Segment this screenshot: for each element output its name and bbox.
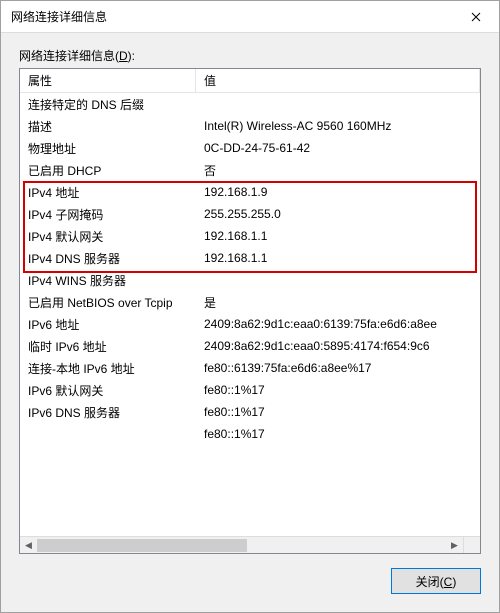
list-item[interactable]: IPv4 默认网关192.168.1.1 (20, 225, 480, 247)
list-item[interactable]: 临时 IPv6 地址2409:8a62:9d1c:eaa0:5895:4174:… (20, 335, 480, 357)
property-cell: 描述 (20, 118, 196, 135)
value-cell: 2409:8a62:9d1c:eaa0:6139:75fa:e6d6:a8ee (196, 317, 480, 331)
list-item[interactable]: IPv4 WINS 服务器 (20, 269, 480, 291)
scroll-track[interactable] (37, 537, 446, 553)
list-item[interactable]: IPv6 地址2409:8a62:9d1c:eaa0:6139:75fa:e6d… (20, 313, 480, 335)
window-title: 网络连接详细信息 (11, 8, 107, 25)
close-icon (471, 12, 481, 22)
property-cell: IPv6 DNS 服务器 (20, 404, 196, 421)
list-item[interactable]: IPv4 子网掩码255.255.255.0 (20, 203, 480, 225)
list-item[interactable]: 物理地址0C-DD-24-75-61-42 (20, 137, 480, 159)
property-cell: IPv4 WINS 服务器 (20, 272, 196, 289)
value-cell: fe80::1%17 (196, 383, 480, 397)
property-cell: 已启用 NetBIOS over Tcpip (20, 294, 196, 311)
scroll-right-button[interactable]: ▶ (446, 537, 463, 554)
window-close-button[interactable] (453, 1, 499, 33)
scroll-thumb[interactable] (37, 539, 247, 552)
list-header: 属性 值 (20, 69, 480, 93)
value-cell: fe80::1%17 (196, 427, 480, 441)
value-cell: 0C-DD-24-75-61-42 (196, 141, 480, 155)
list-item[interactable]: 连接特定的 DNS 后缀 (20, 93, 480, 115)
header-property[interactable]: 属性 (20, 69, 196, 92)
property-cell: 物理地址 (20, 140, 196, 157)
value-cell: 2409:8a62:9d1c:eaa0:5895:4174:f654:9c6 (196, 339, 480, 353)
dialog-window: 网络连接详细信息 网络连接详细信息(D): 属性 值 连接特定的 DNS 后缀描… (0, 0, 500, 613)
scroll-left-button[interactable]: ◀ (20, 537, 37, 554)
value-cell: fe80::6139:75fa:e6d6:a8ee%17 (196, 361, 480, 375)
list-item[interactable]: IPv6 DNS 服务器fe80::1%17 (20, 401, 480, 423)
property-cell: IPv4 子网掩码 (20, 206, 196, 223)
property-cell: 临时 IPv6 地址 (20, 338, 196, 355)
property-cell: IPv4 默认网关 (20, 228, 196, 245)
horizontal-scrollbar[interactable]: ◀ ▶ (20, 536, 463, 553)
value-cell: 192.168.1.1 (196, 229, 480, 243)
list-item[interactable]: 描述Intel(R) Wireless-AC 9560 160MHz (20, 115, 480, 137)
titlebar: 网络连接详细信息 (1, 1, 499, 33)
list-item[interactable]: 已启用 DHCP否 (20, 159, 480, 181)
property-cell: 已启用 DHCP (20, 162, 196, 179)
property-cell: 连接-本地 IPv6 地址 (20, 360, 196, 377)
details-list: 属性 值 连接特定的 DNS 后缀描述Intel(R) Wireless-AC … (19, 68, 481, 554)
button-row: 关闭(C) (19, 554, 481, 604)
list-item[interactable]: IPv4 地址192.168.1.9 (20, 181, 480, 203)
value-cell: Intel(R) Wireless-AC 9560 160MHz (196, 119, 480, 133)
list-item[interactable]: 连接-本地 IPv6 地址fe80::6139:75fa:e6d6:a8ee%1… (20, 357, 480, 379)
list-rows: 连接特定的 DNS 后缀描述Intel(R) Wireless-AC 9560 … (20, 93, 480, 445)
list-item[interactable]: 已启用 NetBIOS over Tcpip是 (20, 291, 480, 313)
details-label: 网络连接详细信息(D): (19, 47, 481, 64)
close-button[interactable]: 关闭(C) (391, 568, 481, 594)
content-area: 网络连接详细信息(D): 属性 值 连接特定的 DNS 后缀描述Intel(R)… (1, 33, 499, 612)
value-cell: 否 (196, 162, 480, 179)
value-cell: fe80::1%17 (196, 405, 480, 419)
value-cell: 255.255.255.0 (196, 207, 480, 221)
list-item[interactable]: fe80::1%17 (20, 423, 480, 445)
property-cell: IPv6 默认网关 (20, 382, 196, 399)
list-item[interactable]: IPv4 DNS 服务器192.168.1.1 (20, 247, 480, 269)
value-cell: 192.168.1.9 (196, 185, 480, 199)
header-value[interactable]: 值 (196, 69, 480, 92)
property-cell: IPv6 地址 (20, 316, 196, 333)
property-cell: IPv4 DNS 服务器 (20, 250, 196, 267)
property-cell: 连接特定的 DNS 后缀 (20, 96, 196, 113)
value-cell: 192.168.1.1 (196, 251, 480, 265)
value-cell: 是 (196, 294, 480, 311)
property-cell: IPv4 地址 (20, 184, 196, 201)
list-item[interactable]: IPv6 默认网关fe80::1%17 (20, 379, 480, 401)
scrollbar-corner (463, 536, 480, 553)
